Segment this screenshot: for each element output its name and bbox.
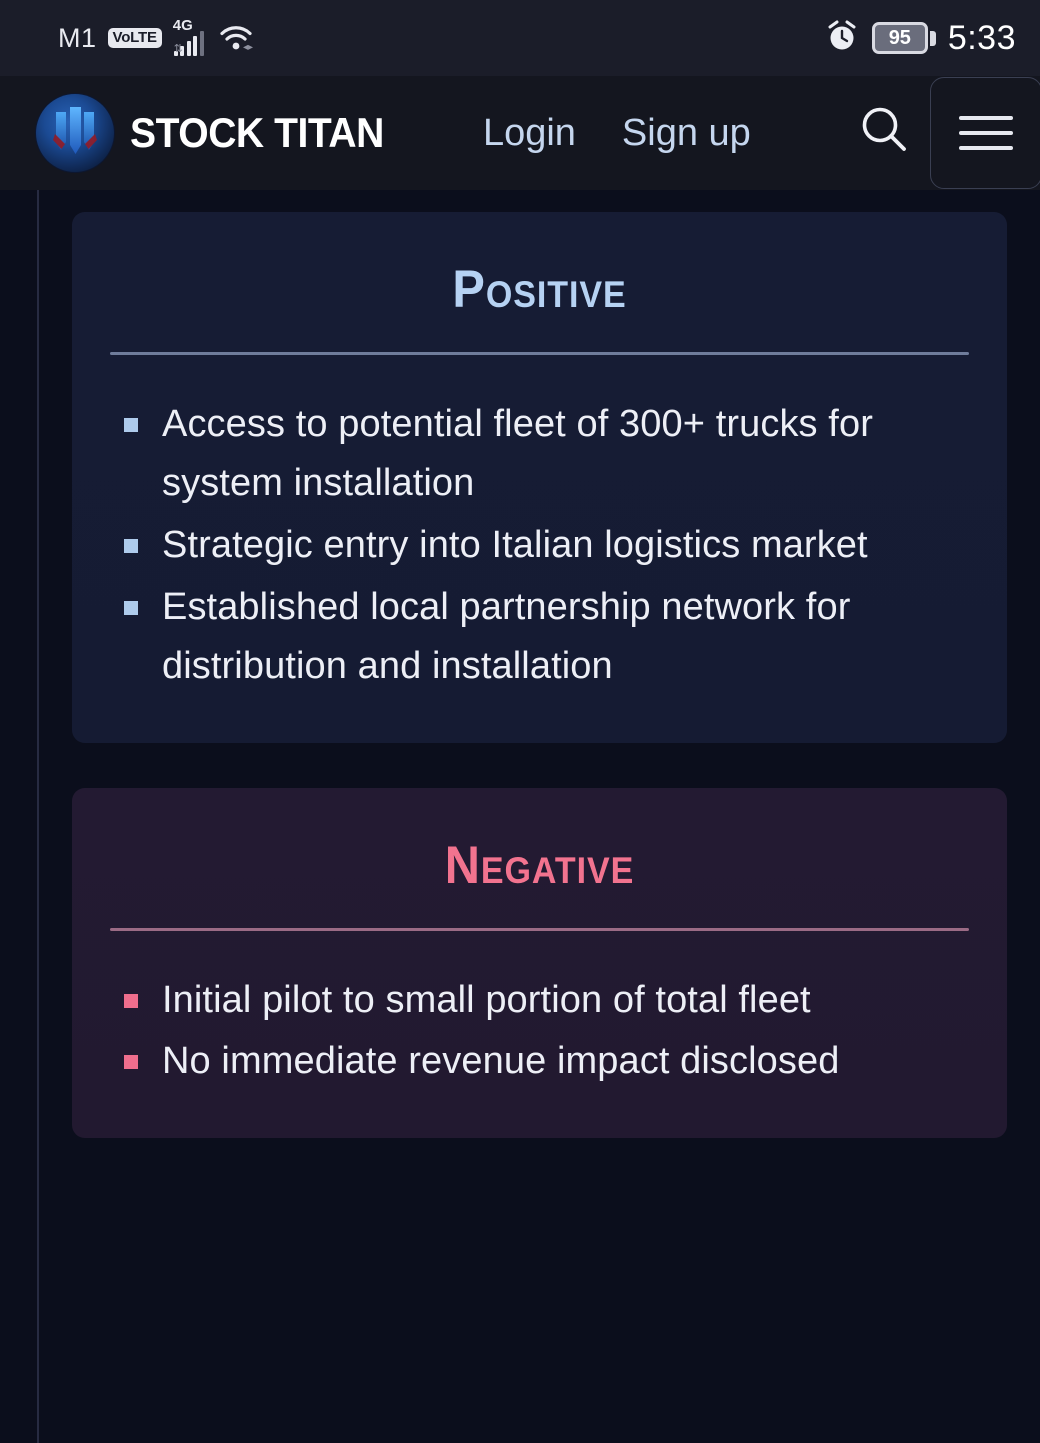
data-arrows-icon: ⇅ <box>173 43 184 55</box>
list-item: Established local partnership network fo… <box>110 578 969 697</box>
positive-card: Positive Access to potential fleet of 30… <box>72 212 1007 743</box>
negative-card-title: Negative <box>444 835 635 895</box>
brand-name-label: STOCK TITAN <box>130 109 384 156</box>
page-body: Positive Access to potential fleet of 30… <box>0 190 1040 1443</box>
negative-card-divider <box>110 927 969 931</box>
header-actions <box>854 77 1040 189</box>
analysis-section: Positive Access to potential fleet of 30… <box>39 190 1040 1443</box>
list-item: Strategic entry into Italian logistics m… <box>110 516 969 576</box>
primary-nav: Login Sign up <box>483 112 751 155</box>
negative-bullet-list: Initial pilot to small portion of total … <box>110 971 969 1092</box>
battery-icon: 95 <box>871 22 936 54</box>
network-type-label: 4G <box>172 17 193 34</box>
battery-percent-label: 95 <box>888 27 911 49</box>
carrier-label: M1 <box>58 22 97 53</box>
list-item: Initial pilot to small portion of total … <box>110 971 969 1031</box>
status-bar: M1 VoLTE 4G ⇅ ◂▸ 95 5:33 <box>0 0 1040 76</box>
positive-bullet-list: Access to potential fleet of 300+ trucks… <box>110 395 969 697</box>
list-item: Access to potential fleet of 300+ trucks… <box>110 395 969 514</box>
hamburger-menu-button[interactable] <box>930 77 1040 189</box>
positive-card-divider <box>110 351 969 355</box>
hamburger-menu-icon <box>959 131 1013 135</box>
hamburger-menu-icon <box>959 116 1013 120</box>
negative-card: Negative Initial pilot to small portion … <box>72 787 1007 1138</box>
svg-text:◂▸: ◂▸ <box>243 42 253 52</box>
site-header: STOCK TITAN Login Sign up <box>0 76 1040 190</box>
status-bar-right: 95 5:33 <box>824 18 1016 59</box>
volte-badge: VoLTE <box>107 28 162 48</box>
signup-link[interactable]: Sign up <box>622 112 751 155</box>
login-link[interactable]: Login <box>483 112 576 155</box>
brand-home-link[interactable]: STOCK TITAN <box>36 94 403 172</box>
stock-titan-logo-icon <box>36 94 114 172</box>
positive-card-title: Positive <box>452 260 627 319</box>
signal-bars-icon: 4G ⇅ <box>172 17 204 56</box>
search-button[interactable] <box>854 102 916 164</box>
clock-label: 5:33 <box>947 18 1016 57</box>
status-bar-left: M1 VoLTE 4G ⇅ ◂▸ <box>58 17 253 56</box>
search-icon <box>856 102 914 165</box>
wifi-icon: ◂▸ <box>219 24 253 53</box>
hamburger-menu-icon <box>959 146 1013 150</box>
list-item: No immediate revenue impact disclosed <box>110 1032 969 1092</box>
alarm-clock-icon <box>824 18 860 59</box>
